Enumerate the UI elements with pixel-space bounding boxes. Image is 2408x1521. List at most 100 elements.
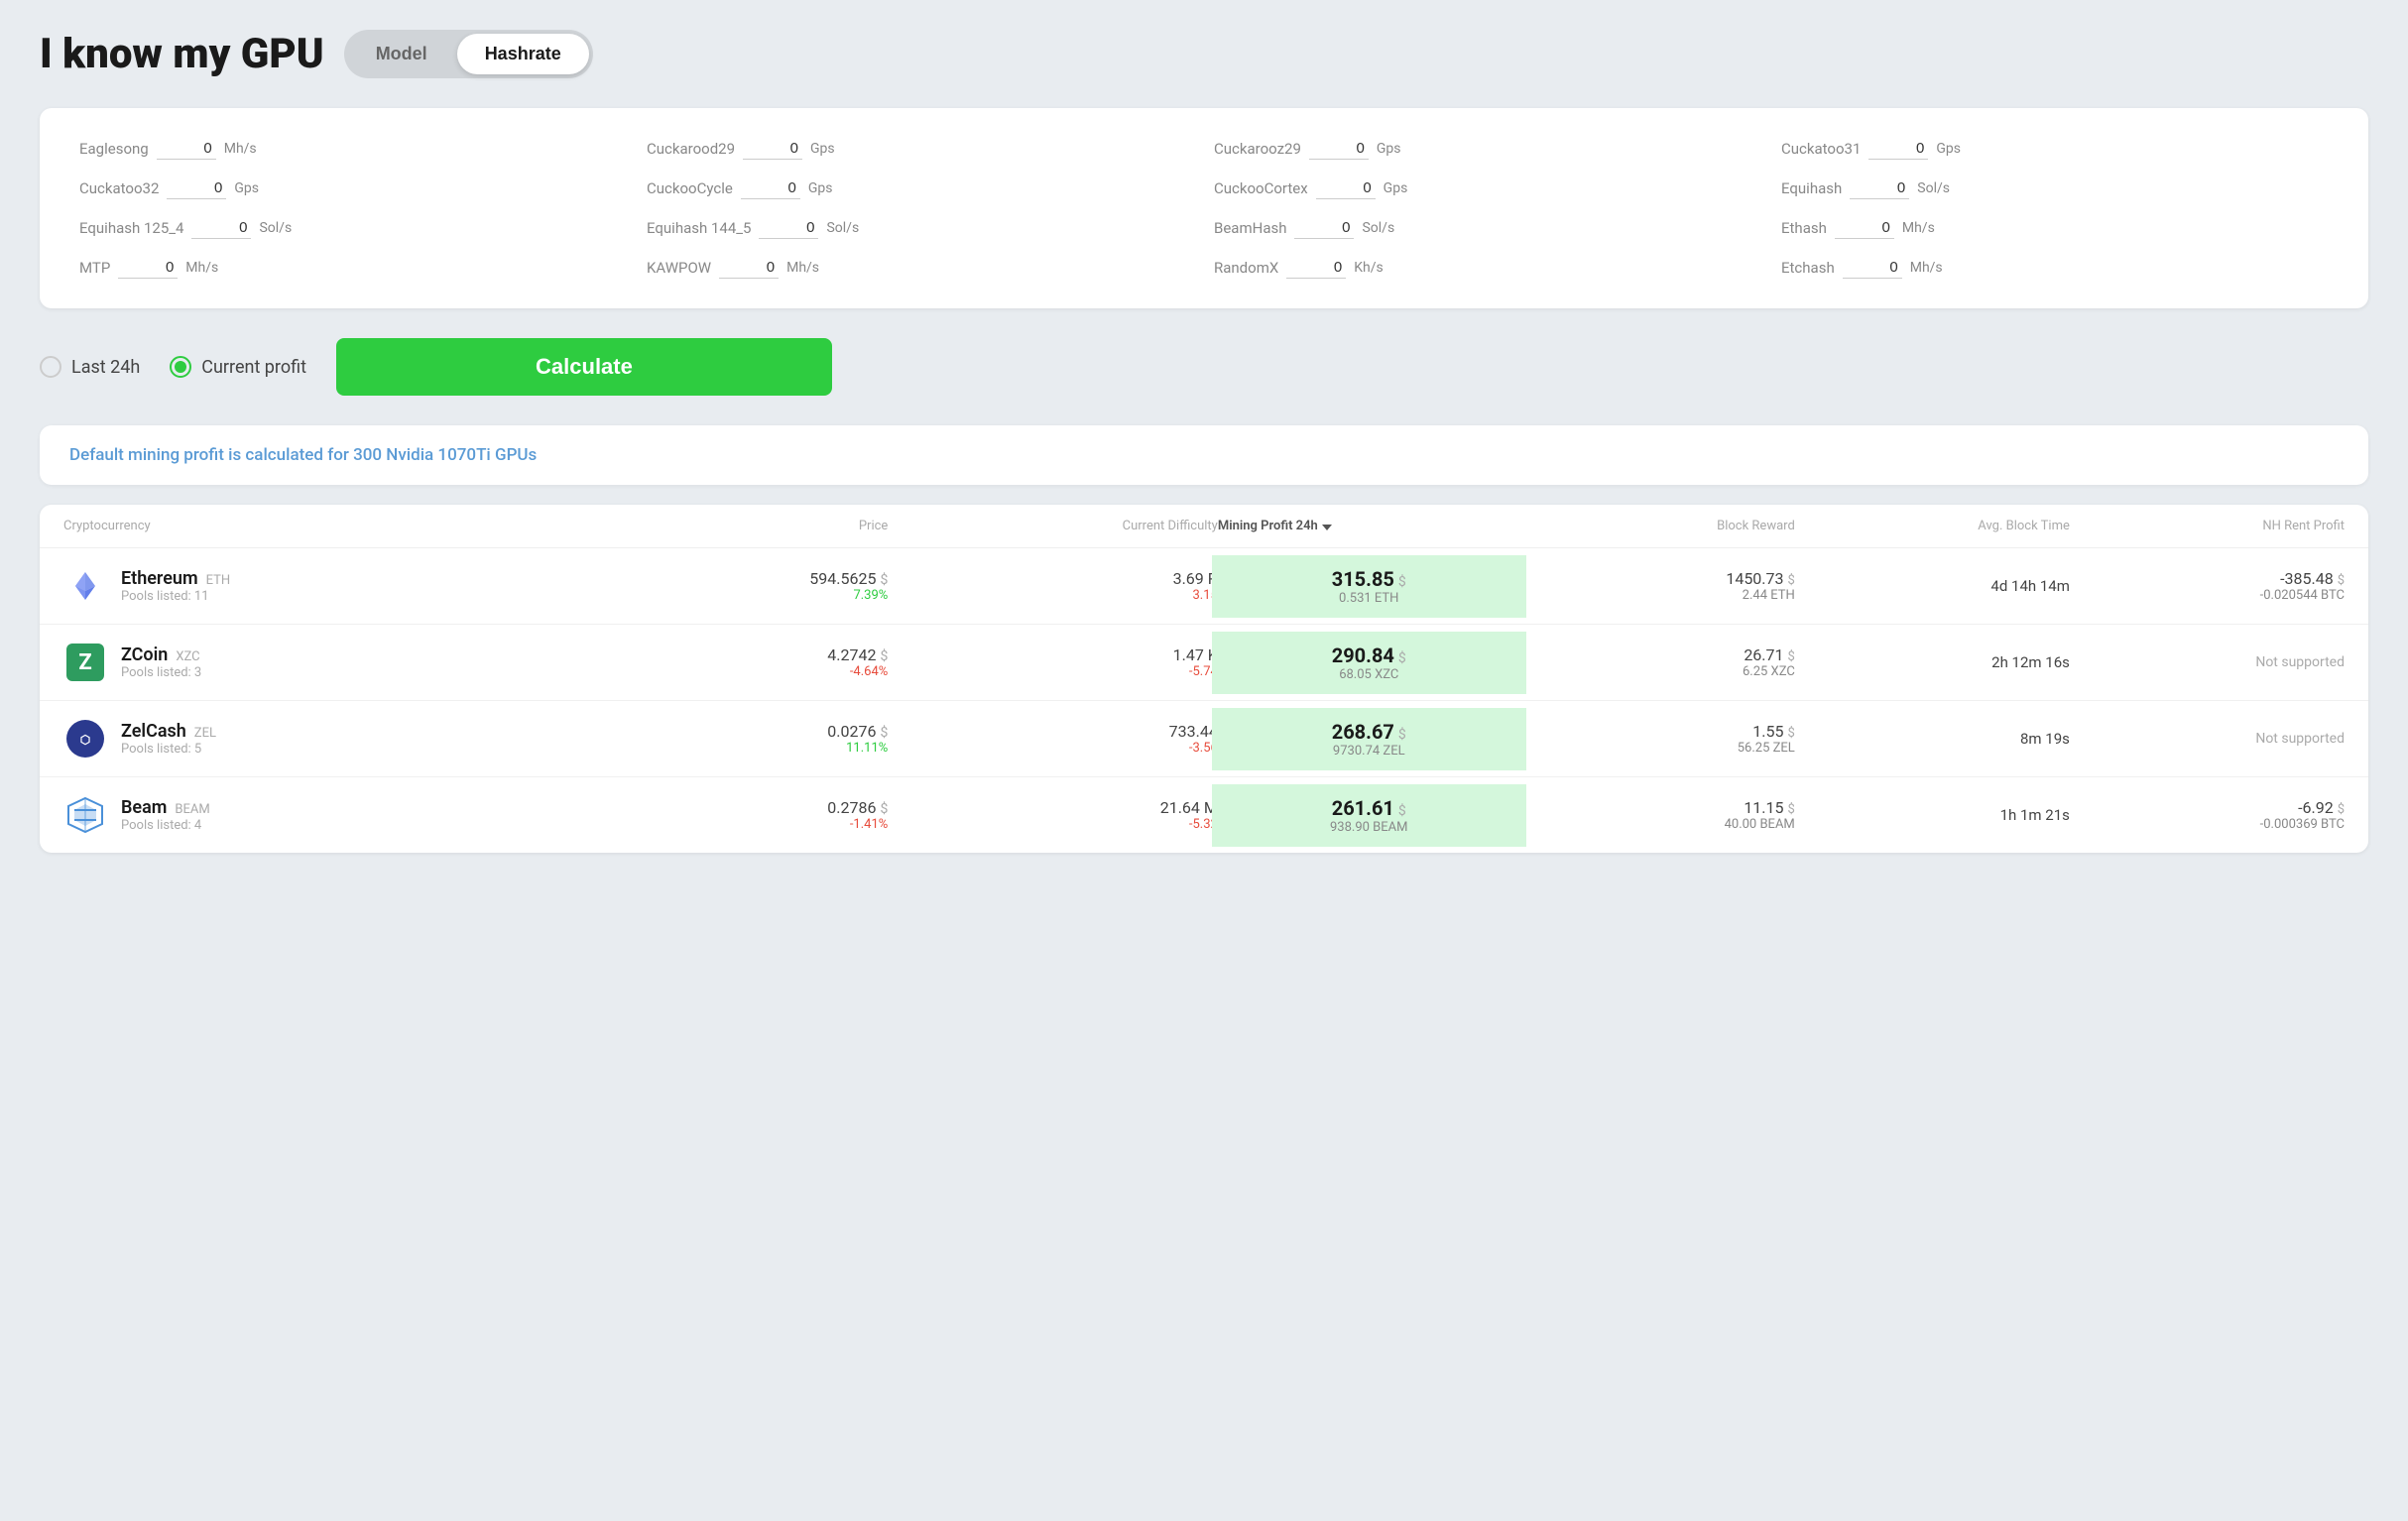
profit-sub: 0.531 ETH (1226, 591, 1512, 606)
hashrate-input[interactable] (1316, 177, 1376, 199)
difficulty-change: 3.15 (888, 588, 1218, 603)
hashrate-item: BeamHash Sol/s (1214, 217, 1761, 239)
current-profit-radio-label[interactable]: Current profit (170, 356, 306, 378)
difficulty-value: 733.44 (888, 722, 1218, 741)
info-banner: Default mining profit is calculated for … (40, 425, 2368, 485)
block-reward-value: 1450.73 $ (1520, 569, 1795, 588)
hashrate-input[interactable] (191, 217, 251, 239)
hashrate-item: CuckooCycle Gps (647, 177, 1194, 199)
crypto-info: Ethereum ETH Pools listed: 11 (121, 568, 230, 604)
hashrate-unit: Kh/s (1354, 260, 1384, 276)
hashrate-item: MTP Mh/s (79, 257, 627, 279)
hashrate-input[interactable] (1843, 257, 1902, 279)
crypto-name-row: ZCoin XZC (121, 644, 201, 665)
hashrate-unit: Mh/s (1902, 220, 1935, 236)
hashrate-item: Equihash 144_5 Sol/s (647, 217, 1194, 239)
pools-text: Pools listed: 3 (121, 665, 201, 680)
hashrate-toggle-btn[interactable]: Hashrate (457, 34, 589, 74)
profit-cell: 315.85 $ 0.531 ETH (1212, 555, 1526, 618)
calculate-button[interactable]: Calculate (336, 338, 832, 396)
table-row: Z ZCoin XZC Pools listed: 3 4.2742 $ -4.… (40, 625, 2368, 701)
block-time-cell: 2h 12m 16s (1795, 653, 2070, 671)
crypto-name-row: Ethereum ETH (121, 568, 230, 589)
hashrate-item: RandomX Kh/s (1214, 257, 1761, 279)
crypto-name: ZelCash (121, 721, 186, 742)
page-header: I know my GPU Model Hashrate (40, 30, 2368, 78)
hashrate-label: Cuckatoo32 (79, 179, 159, 197)
hashrate-input[interactable] (719, 257, 779, 279)
block-time-cell: 8m 19s (1795, 730, 2070, 748)
hashrate-item: Equihash 125_4 Sol/s (79, 217, 627, 239)
nh-cell: Not supported (2070, 731, 2345, 747)
profit-sub: 938.90 BEAM (1226, 820, 1512, 835)
price-change: -1.41% (613, 817, 888, 832)
crypto-name: Beam (121, 797, 167, 818)
block-time-cell: 4d 14h 14m (1795, 577, 2070, 595)
pools-text: Pools listed: 11 (121, 589, 230, 604)
hashrate-input[interactable] (118, 257, 178, 279)
eth-icon (63, 564, 107, 608)
hashrate-label: Cuckarooz29 (1214, 140, 1301, 158)
pools-text: Pools listed: 5 (121, 742, 216, 757)
difficulty-cell: 1.47 K -5.74 (888, 645, 1218, 679)
current-profit-label: Current profit (201, 357, 306, 378)
difficulty-cell: 3.69 P 3.15 (888, 569, 1218, 603)
hashrate-input[interactable] (167, 177, 226, 199)
block-reward-sub: 56.25 ZEL (1520, 741, 1795, 756)
hashrate-input[interactable] (741, 177, 800, 199)
hashrate-label: CuckooCortex (1214, 179, 1308, 197)
zelcash-icon: ⬡ (63, 717, 107, 760)
hashrate-input[interactable] (1868, 138, 1928, 160)
price-value: 0.0276 $ (613, 722, 888, 741)
profit-value: 315.85 $ (1226, 567, 1512, 591)
hashrate-input[interactable] (157, 138, 216, 160)
th-mining-profit[interactable]: Mining Profit 24h (1218, 519, 1520, 533)
hashrate-item: CuckooCortex Gps (1214, 177, 1761, 199)
hashrate-unit: Sol/s (259, 220, 292, 236)
hashrate-item: Etchash Mh/s (1781, 257, 2329, 279)
nh-cell: -385.48 $ -0.020544 BTC (2070, 569, 2345, 603)
block-reward-cell: 1.55 $ 56.25 ZEL (1520, 722, 1795, 756)
hashrate-unit: Gps (1936, 141, 1961, 157)
hashrate-item: Cuckatoo31 Gps (1781, 138, 2329, 160)
crypto-cell: Z ZCoin XZC Pools listed: 3 (63, 641, 613, 684)
model-toggle-btn[interactable]: Model (348, 34, 455, 74)
hashrate-unit: Mh/s (185, 260, 218, 276)
difficulty-value: 1.47 K (888, 645, 1218, 664)
hashrate-input[interactable] (1286, 257, 1346, 279)
difficulty-change: -5.32 (888, 817, 1218, 832)
last24h-radio-circle (40, 356, 61, 378)
hashrate-label: RandomX (1214, 259, 1278, 277)
price-value: 594.5625 $ (613, 569, 888, 588)
hashrate-input[interactable] (1309, 138, 1369, 160)
price-cell: 0.2786 $ -1.41% (613, 798, 888, 832)
hashrate-input[interactable] (1294, 217, 1354, 239)
current-profit-radio-circle (170, 356, 191, 378)
block-reward-value: 26.71 $ (1520, 645, 1795, 664)
block-reward-sub: 40.00 BEAM (1520, 817, 1795, 832)
nh-cell: -6.92 $ -0.000369 BTC (2070, 798, 2345, 832)
block-reward-cell: 11.15 $ 40.00 BEAM (1520, 798, 1795, 832)
hashrate-input[interactable] (1850, 177, 1909, 199)
hashrate-unit: Gps (1384, 180, 1408, 196)
hashrate-unit: Mh/s (224, 141, 257, 157)
hashrate-unit: Gps (810, 141, 835, 157)
table-row: ⬡ ZelCash ZEL Pools listed: 5 0.0276 $ 1… (40, 701, 2368, 777)
profit-value: 268.67 $ (1226, 720, 1512, 744)
hashrate-item: KAWPOW Mh/s (647, 257, 1194, 279)
crypto-info: ZelCash ZEL Pools listed: 5 (121, 721, 216, 757)
price-value: 0.2786 $ (613, 798, 888, 817)
hashrate-input[interactable] (743, 138, 802, 160)
hashrate-input[interactable] (759, 217, 818, 239)
block-reward-cell: 26.71 $ 6.25 XZC (1520, 645, 1795, 679)
hashrate-input[interactable] (1835, 217, 1894, 239)
last24h-radio-label[interactable]: Last 24h (40, 356, 140, 378)
crypto-name: ZCoin (121, 644, 168, 665)
profit-sub: 68.05 XZC (1226, 667, 1512, 682)
block-reward-sub: 2.44 ETH (1520, 588, 1795, 603)
profit-cell: 261.61 $ 938.90 BEAM (1212, 784, 1526, 847)
crypto-symbol: ETH (206, 573, 231, 588)
difficulty-value: 21.64 M (888, 798, 1218, 817)
block-reward-value: 11.15 $ (1520, 798, 1795, 817)
th-avg-block-time: Avg. Block Time (1795, 519, 2070, 533)
